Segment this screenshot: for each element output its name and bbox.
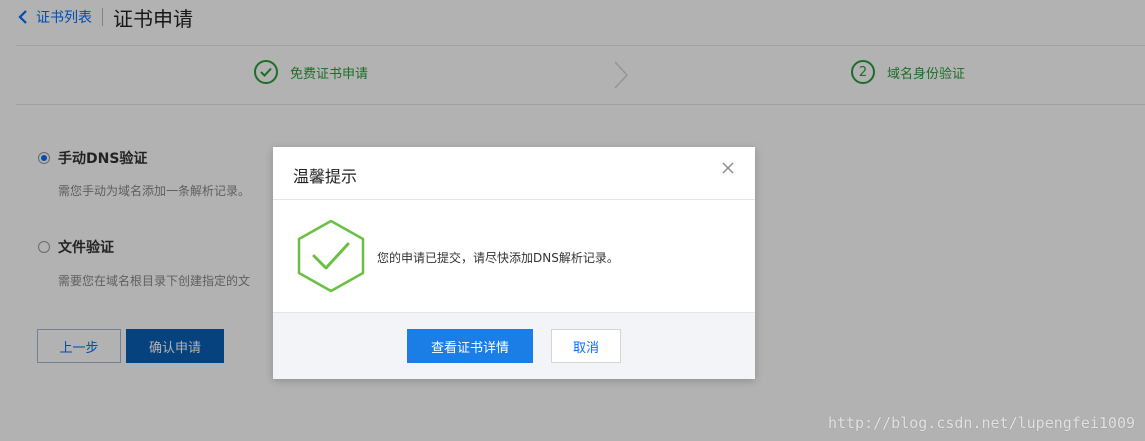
dialog-footer: 查看证书详情 取消 [273, 312, 755, 379]
dialog-body: 您的申请已提交，请尽快添加DNS解析记录。 [273, 200, 755, 312]
check-hexagon-icon [297, 219, 365, 293]
dialog-title: 温馨提示 [293, 167, 358, 186]
close-icon[interactable] [721, 161, 735, 175]
notice-dialog: 温馨提示 您的申请已提交，请尽快添加DNS解析记录。 查看证书详情 取消 [273, 147, 755, 379]
cancel-button[interactable]: 取消 [551, 329, 621, 363]
watermark-text: http://blog.csdn.net/lupengfei1009 [827, 414, 1135, 432]
dialog-header: 温馨提示 [273, 147, 755, 200]
view-certificate-details-button[interactable]: 查看证书详情 [407, 329, 533, 363]
dialog-message: 您的申请已提交，请尽快添加DNS解析记录。 [377, 251, 619, 265]
